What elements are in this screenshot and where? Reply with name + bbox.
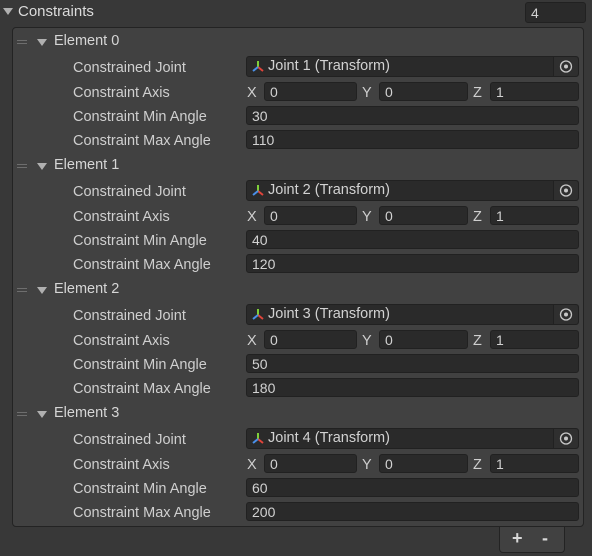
axis-y-letter[interactable]: Y bbox=[362, 333, 372, 349]
constrained-joint-label: Constrained Joint bbox=[73, 308, 186, 324]
axis-y-letter[interactable]: Y bbox=[362, 209, 372, 225]
constrained-joint-field[interactable]: Joint 3 (Transform) bbox=[246, 304, 579, 325]
constrained-joint-field[interactable]: Joint 4 (Transform) bbox=[246, 428, 579, 449]
object-picker-icon bbox=[559, 432, 573, 445]
element-foldout-arrow[interactable] bbox=[37, 411, 47, 418]
axis-y-field[interactable] bbox=[379, 330, 468, 349]
axis-z-letter[interactable]: Z bbox=[473, 85, 482, 101]
constraint-min-angle-field[interactable] bbox=[246, 230, 579, 249]
remove-element-button[interactable]: - bbox=[542, 528, 548, 549]
axis-x-letter[interactable]: X bbox=[247, 333, 257, 349]
constrained-joint-value: Joint 2 (Transform) bbox=[268, 182, 390, 198]
drag-handle-icon[interactable] bbox=[17, 288, 27, 293]
axis-z-letter[interactable]: Z bbox=[473, 457, 482, 473]
transform-axes-icon bbox=[252, 61, 264, 72]
drag-handle-icon[interactable] bbox=[17, 40, 27, 45]
constraint-min-angle-field[interactable] bbox=[246, 354, 579, 373]
constraints-list bbox=[12, 27, 584, 527]
object-picker-button[interactable] bbox=[553, 57, 578, 76]
element-foldout-arrow[interactable] bbox=[37, 287, 47, 294]
array-size-field[interactable] bbox=[525, 2, 586, 23]
constraint-max-angle-label: Constraint Max Angle bbox=[73, 505, 211, 521]
constrained-joint-value: Joint 1 (Transform) bbox=[268, 58, 390, 74]
constraint-axis-label: Constraint Axis bbox=[73, 457, 170, 473]
constraint-max-angle-field[interactable] bbox=[246, 254, 579, 273]
constraint-max-angle-label: Constraint Max Angle bbox=[73, 381, 211, 397]
transform-axes-icon bbox=[252, 309, 264, 320]
axis-z-field[interactable] bbox=[490, 330, 579, 349]
constrained-joint-label: Constrained Joint bbox=[73, 60, 186, 76]
element-label[interactable]: Element 2 bbox=[54, 281, 119, 297]
element-label[interactable]: Element 3 bbox=[54, 405, 119, 421]
element-foldout-arrow[interactable] bbox=[37, 39, 47, 46]
add-element-button[interactable]: + bbox=[512, 528, 523, 549]
element-foldout-arrow[interactable] bbox=[37, 163, 47, 170]
object-picker-icon bbox=[559, 184, 573, 197]
axis-z-field[interactable] bbox=[490, 206, 579, 225]
axis-x-field[interactable] bbox=[264, 330, 357, 349]
axis-x-letter[interactable]: X bbox=[247, 85, 257, 101]
constraint-min-angle-label: Constraint Min Angle bbox=[73, 357, 207, 373]
axis-z-letter[interactable]: Z bbox=[473, 333, 482, 349]
transform-axes-icon bbox=[252, 185, 264, 196]
constrained-joint-label: Constrained Joint bbox=[73, 184, 186, 200]
constrained-joint-field[interactable]: Joint 1 (Transform) bbox=[246, 56, 579, 77]
drag-handle-icon[interactable] bbox=[17, 412, 27, 417]
transform-axes-icon bbox=[252, 433, 264, 444]
constrained-joint-field[interactable]: Joint 2 (Transform) bbox=[246, 180, 579, 201]
axis-x-field[interactable] bbox=[264, 454, 357, 473]
constraints-header-label[interactable]: Constraints bbox=[18, 3, 94, 20]
constraint-max-angle-label: Constraint Max Angle bbox=[73, 257, 211, 273]
axis-y-field[interactable] bbox=[379, 454, 468, 473]
constraint-axis-label: Constraint Axis bbox=[73, 209, 170, 225]
element-label[interactable]: Element 1 bbox=[54, 157, 119, 173]
constraint-max-angle-field[interactable] bbox=[246, 378, 579, 397]
constraint-max-angle-field[interactable] bbox=[246, 130, 579, 149]
constraint-min-angle-field[interactable] bbox=[246, 478, 579, 497]
axis-z-field[interactable] bbox=[490, 454, 579, 473]
object-picker-button[interactable] bbox=[553, 429, 578, 448]
axis-z-field[interactable] bbox=[490, 82, 579, 101]
constrained-joint-value: Joint 3 (Transform) bbox=[268, 306, 390, 322]
constraint-min-angle-label: Constraint Min Angle bbox=[73, 233, 207, 249]
constraint-max-angle-label: Constraint Max Angle bbox=[73, 133, 211, 149]
list-footer: + - bbox=[499, 527, 565, 553]
drag-handle-icon[interactable] bbox=[17, 164, 27, 169]
object-picker-button[interactable] bbox=[553, 181, 578, 200]
object-picker-icon bbox=[559, 60, 573, 73]
axis-y-letter[interactable]: Y bbox=[362, 85, 372, 101]
object-picker-button[interactable] bbox=[553, 305, 578, 324]
axis-y-field[interactable] bbox=[379, 82, 468, 101]
constraints-foldout-arrow[interactable] bbox=[3, 8, 13, 15]
constraint-max-angle-field[interactable] bbox=[246, 502, 579, 521]
axis-z-letter[interactable]: Z bbox=[473, 209, 482, 225]
constraint-axis-label: Constraint Axis bbox=[73, 333, 170, 349]
constraint-min-angle-field[interactable] bbox=[246, 106, 579, 125]
axis-x-letter[interactable]: X bbox=[247, 209, 257, 225]
constraint-min-angle-label: Constraint Min Angle bbox=[73, 481, 207, 497]
axis-x-letter[interactable]: X bbox=[247, 457, 257, 473]
axis-y-field[interactable] bbox=[379, 206, 468, 225]
axis-x-field[interactable] bbox=[264, 82, 357, 101]
element-label[interactable]: Element 0 bbox=[54, 33, 119, 49]
constrained-joint-value: Joint 4 (Transform) bbox=[268, 430, 390, 446]
constraint-axis-label: Constraint Axis bbox=[73, 85, 170, 101]
constrained-joint-label: Constrained Joint bbox=[73, 432, 186, 448]
object-picker-icon bbox=[559, 308, 573, 321]
axis-x-field[interactable] bbox=[264, 206, 357, 225]
constraint-min-angle-label: Constraint Min Angle bbox=[73, 109, 207, 125]
axis-y-letter[interactable]: Y bbox=[362, 457, 372, 473]
